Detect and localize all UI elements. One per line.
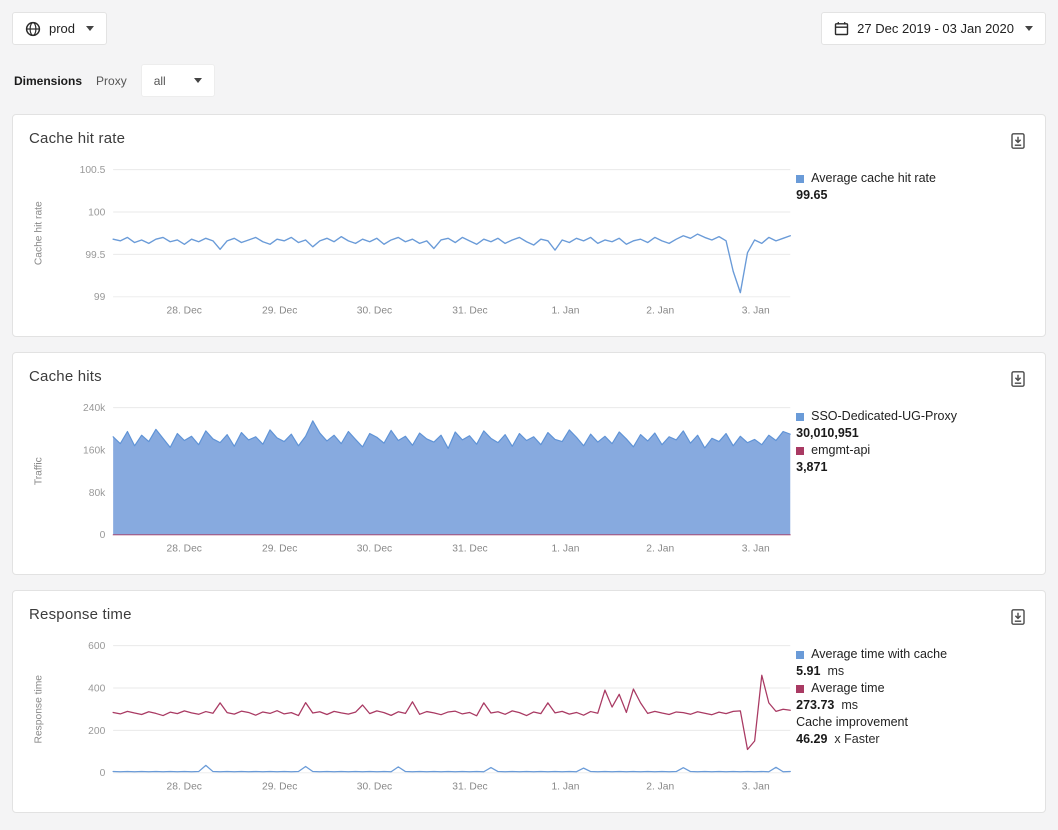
legend-swatch (796, 413, 804, 421)
date-range-label: 27 Dec 2019 - 03 Jan 2020 (857, 21, 1014, 36)
svg-text:600: 600 (88, 641, 105, 652)
calendar-icon (834, 21, 849, 36)
svg-text:28. Dec: 28. Dec (167, 543, 202, 554)
svg-text:30. Dec: 30. Dec (357, 543, 392, 554)
cache-hits-chart: 240k 160k 80k 0 28. Dec 29. Dec 30. Dec 31. Dec… (29, 396, 796, 566)
date-range-picker[interactable]: 27 Dec 2019 - 03 Jan 2020 (821, 12, 1046, 45)
chevron-down-icon (194, 78, 202, 83)
svg-text:28. Dec: 28. Dec (167, 781, 202, 792)
legend-item: Average time273.73ms (796, 680, 1029, 714)
legend-value: 273.73ms (796, 697, 1029, 714)
legend-value: 3,871 (796, 459, 1029, 476)
svg-text:29. Dec: 29. Dec (262, 543, 297, 554)
legend-swatch (796, 685, 804, 693)
export-report-button[interactable] (1007, 606, 1029, 628)
cache-hit-rate-chart: 100.5 100 99.5 99 28. Dec 29. Dec 30. Dec 31. D… (29, 158, 796, 328)
report-download-icon (1009, 614, 1027, 629)
svg-text:240k: 240k (83, 403, 106, 414)
svg-text:30. Dec: 30. Dec (357, 781, 392, 792)
svg-text:100: 100 (88, 207, 105, 218)
card-title: Cache hits (29, 368, 102, 385)
svg-text:80k: 80k (89, 488, 106, 499)
svg-text:1. Jan: 1. Jan (551, 543, 579, 554)
legend-label: Average time with cache (811, 646, 947, 663)
legend-label: Average time (811, 680, 884, 697)
chart-legend: Average time with cache5.91msAverage tim… (796, 646, 1029, 748)
legend-label: Average cache hit rate (811, 170, 936, 187)
svg-text:31. Dec: 31. Dec (452, 543, 487, 554)
proxy-filter-select[interactable]: all (141, 64, 215, 97)
legend-unit: x Faster (834, 732, 879, 746)
environment-label: prod (49, 21, 75, 36)
environment-selector[interactable]: prod (12, 12, 107, 45)
export-report-button[interactable] (1007, 368, 1029, 390)
svg-text:99.5: 99.5 (85, 250, 105, 261)
cache-hits-card: Cache hits 240k 160k 80k 0 28. Dec 29. Dec 30.… (12, 352, 1046, 575)
svg-text:100.5: 100.5 (80, 165, 106, 176)
svg-text:30. Dec: 30. Dec (357, 305, 392, 316)
svg-text:200: 200 (88, 726, 105, 737)
response-time-chart: 600 400 200 0 28. Dec 29. Dec 30. Dec 31. Dec 1.… (29, 634, 796, 804)
legend-label: Cache improvement (796, 714, 908, 731)
legend-value: 46.29x Faster (796, 731, 1029, 748)
svg-text:Response time: Response time (34, 675, 45, 744)
legend-item: emgmt-api3,871 (796, 442, 1029, 476)
cache-hit-rate-card: Cache hit rate 100.5 100 99.5 99 28. Dec 29. … (12, 114, 1046, 337)
svg-text:2. Jan: 2. Jan (646, 781, 674, 792)
svg-text:400: 400 (88, 683, 105, 694)
chart-legend: Average cache hit rate99.65 (796, 170, 1029, 204)
legend-unit: ms (841, 698, 858, 712)
report-download-icon (1009, 376, 1027, 391)
svg-text:0: 0 (100, 530, 106, 541)
svg-text:1. Jan: 1. Jan (551, 781, 579, 792)
proxy-filter-value: all (154, 74, 166, 88)
svg-text:3. Jan: 3. Jan (742, 305, 770, 316)
svg-text:2. Jan: 2. Jan (646, 543, 674, 554)
svg-text:31. Dec: 31. Dec (452, 305, 487, 316)
legend-swatch (796, 651, 804, 659)
svg-text:3. Jan: 3. Jan (742, 543, 770, 554)
svg-text:0: 0 (100, 768, 106, 779)
response-time-card: Response time 600 400 200 0 28. Dec 29. Dec 30… (12, 590, 1046, 813)
filter-bar: Dimensions Proxy all (14, 64, 1044, 97)
dashboard-page: prod 27 Dec 2019 - 03 Jan 2020 Dimension… (0, 0, 1058, 813)
svg-text:3. Jan: 3. Jan (742, 781, 770, 792)
card-title: Cache hit rate (29, 130, 125, 147)
svg-text:2. Jan: 2. Jan (646, 305, 674, 316)
svg-text:160k: 160k (83, 445, 106, 456)
legend-item: Cache improvement46.29x Faster (796, 714, 1029, 748)
report-download-icon (1009, 138, 1027, 153)
chart-legend: SSO-Dedicated-UG-Proxy30,010,951emgmt-ap… (796, 408, 1029, 476)
chevron-down-icon (1025, 26, 1033, 31)
legend-label: emgmt-api (811, 442, 870, 459)
legend-value: 99.65 (796, 187, 1029, 204)
svg-text:29. Dec: 29. Dec (262, 305, 297, 316)
top-bar: prod 27 Dec 2019 - 03 Jan 2020 (12, 12, 1046, 45)
svg-text:Traffic: Traffic (34, 457, 45, 485)
card-title: Response time (29, 606, 132, 623)
svg-text:1. Jan: 1. Jan (551, 305, 579, 316)
globe-icon (25, 21, 41, 37)
legend-item: Average cache hit rate99.65 (796, 170, 1029, 204)
svg-text:99: 99 (94, 292, 106, 303)
chevron-down-icon (86, 26, 94, 31)
export-report-button[interactable] (1007, 130, 1029, 152)
legend-item: SSO-Dedicated-UG-Proxy30,010,951 (796, 408, 1029, 442)
proxy-label: Proxy (96, 74, 127, 88)
legend-swatch (796, 447, 804, 455)
legend-value: 5.91ms (796, 663, 1029, 680)
svg-text:28. Dec: 28. Dec (167, 305, 202, 316)
dimensions-label: Dimensions (14, 74, 82, 88)
legend-unit: ms (827, 664, 844, 678)
legend-swatch (796, 175, 804, 183)
svg-text:29. Dec: 29. Dec (262, 781, 297, 792)
legend-item: Average time with cache5.91ms (796, 646, 1029, 680)
svg-text:Cache hit rate: Cache hit rate (34, 201, 45, 265)
svg-text:31. Dec: 31. Dec (452, 781, 487, 792)
legend-value: 30,010,951 (796, 425, 1029, 442)
legend-label: SSO-Dedicated-UG-Proxy (811, 408, 957, 425)
